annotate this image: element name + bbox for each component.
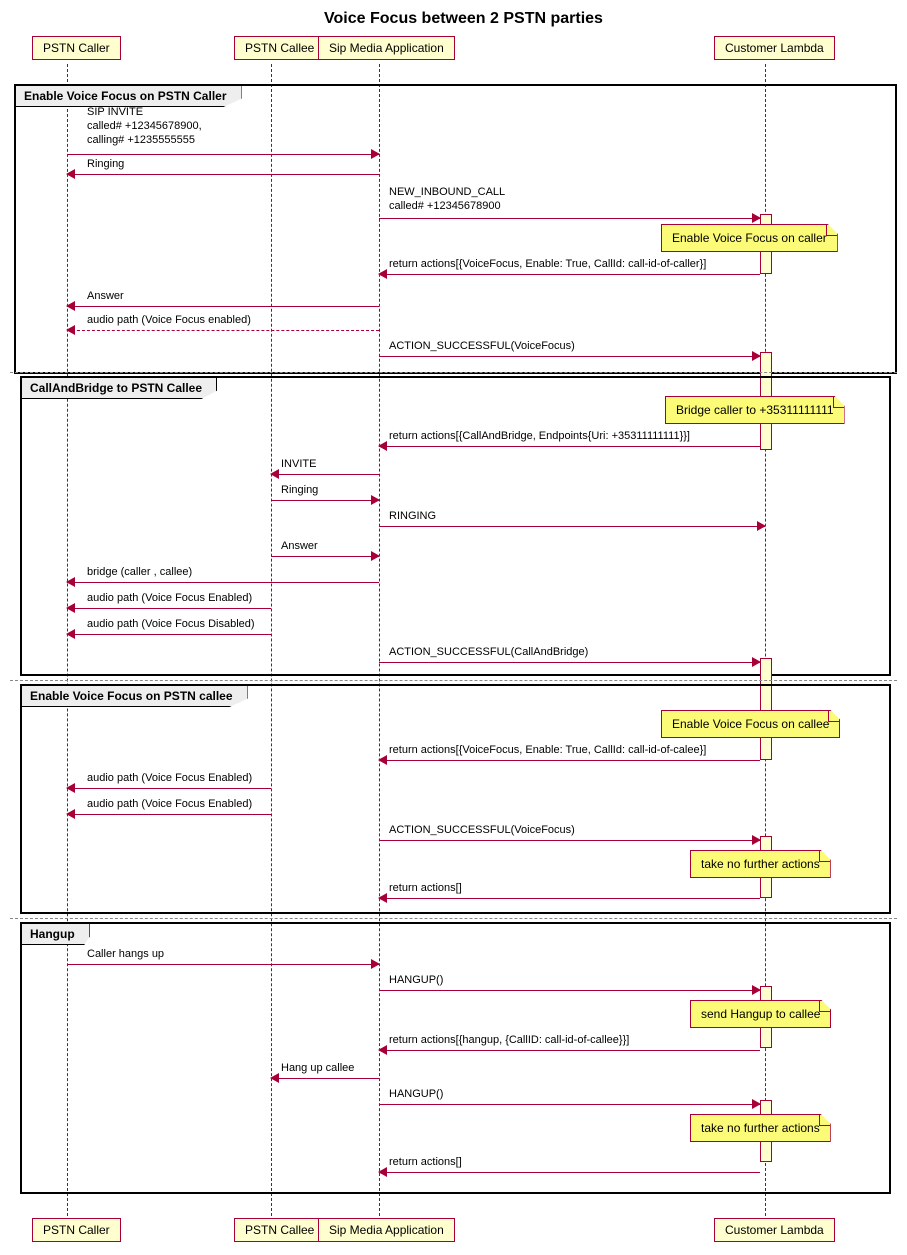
msg-action-ok-vf-1: ACTION_SUCCESSFUL(VoiceFocus) (379, 346, 760, 347)
participant-lambda-bottom: Customer Lambda (714, 1218, 835, 1242)
msg-answer-callee: Answer (271, 546, 379, 547)
msg-audio-vf-enabled-3: audio path (Voice Focus Enabled) (67, 778, 271, 779)
msg-audio-vf-enabled-2: audio path (Voice Focus Enabled) (67, 598, 271, 599)
msg-answer-caller: Answer (67, 296, 379, 297)
participant-callee-top: PSTN Callee (234, 36, 325, 60)
msg-return-vf-caller: return actions[{VoiceFocus, Enable: True… (379, 264, 760, 265)
msg-ringing-callee: Ringing (271, 490, 379, 491)
group-label-enable-caller: Enable Voice Focus on PSTN Caller (16, 86, 242, 107)
msg-return-empty-2: return actions[] (379, 1162, 760, 1163)
msg-action-ok-bridge: ACTION_SUCCESSFUL(CallAndBridge) (379, 652, 760, 653)
msg-action-ok-vf-2: ACTION_SUCCESSFUL(VoiceFocus) (379, 830, 760, 831)
msg-invite-callee: INVITE (271, 464, 379, 465)
group-label-enable-callee: Enable Voice Focus on PSTN callee (22, 686, 248, 707)
msg-ringing-caller: Ringing (67, 164, 379, 165)
msg-bridge: bridge (caller , callee) (67, 572, 379, 573)
msg-hangup-1: HANGUP() (379, 980, 760, 981)
msg-return-vf-callee: return actions[{VoiceFocus, Enable: True… (379, 750, 760, 751)
participant-sma-bottom: Sip Media Application (318, 1218, 455, 1242)
group-label-bridge: CallAndBridge to PSTN Callee (22, 378, 217, 399)
note-no-action-1: take no further actions (690, 850, 831, 878)
diagram-title: Voice Focus between 2 PSTN parties (10, 10, 907, 28)
msg-audio-vf-enabled-4: audio path (Voice Focus Enabled) (67, 804, 271, 805)
separator-2 (10, 680, 897, 681)
msg-return-hangup: return actions[{hangup, {CallID: call-id… (379, 1040, 760, 1041)
participant-caller-bottom: PSTN Caller (32, 1218, 121, 1242)
msg-caller-hangs-up: Caller hangs up (67, 954, 379, 955)
msg-hangup-callee: Hang up callee (271, 1068, 379, 1069)
separator-1 (10, 372, 897, 373)
msg-ringing-lambda: RINGING (379, 516, 765, 517)
msg-new-inbound: NEW_INBOUND_CALL called# +12345678900 (379, 208, 760, 209)
msg-return-empty-1: return actions[] (379, 888, 760, 889)
separator-3 (10, 918, 897, 919)
note-enable-callee: Enable Voice Focus on callee (661, 710, 840, 738)
note-enable-caller: Enable Voice Focus on caller (661, 224, 838, 252)
note-bridge: Bridge caller to +35311111111 (665, 396, 845, 424)
participant-caller-top: PSTN Caller (32, 36, 121, 60)
msg-audio-vf-enabled-1: audio path (Voice Focus enabled) (67, 320, 379, 321)
participant-callee-bottom: PSTN Callee (234, 1218, 325, 1242)
participant-lambda-top: Customer Lambda (714, 36, 835, 60)
note-send-hangup: send Hangup to callee (690, 1000, 831, 1028)
msg-return-bridge: return actions[{CallAndBridge, Endpoints… (379, 436, 760, 437)
sequence-diagram: PSTN Caller PSTN Callee Sip Media Applic… (10, 36, 897, 1236)
group-label-hangup: Hangup (22, 924, 90, 945)
msg-hangup-2: HANGUP() (379, 1094, 760, 1095)
note-no-action-2: take no further actions (690, 1114, 831, 1142)
msg-sip-invite: SIP INVITE called# +12345678900, calling… (67, 144, 379, 145)
participant-sma-top: Sip Media Application (318, 36, 455, 60)
msg-audio-vf-disabled: audio path (Voice Focus Disabled) (67, 624, 271, 625)
